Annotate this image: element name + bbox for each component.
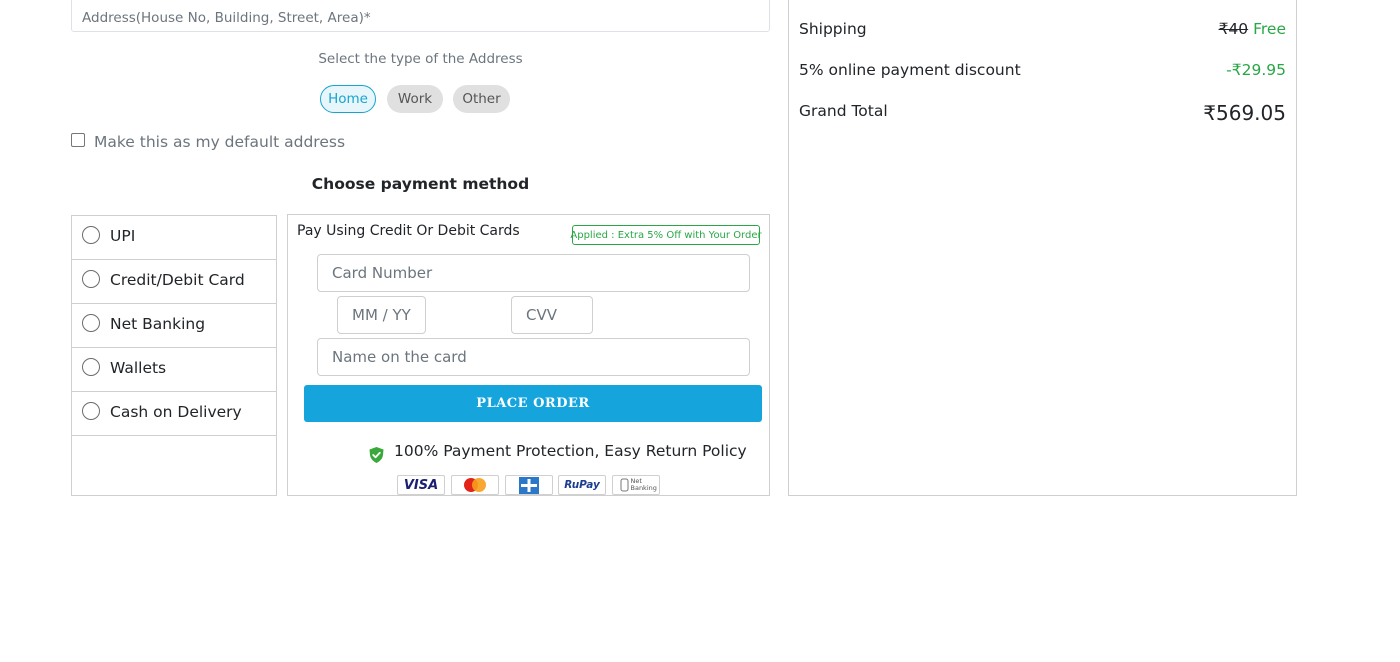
radio-button[interactable] (82, 314, 100, 332)
visa-logo-text: VISA (403, 477, 439, 493)
radio-button[interactable] (82, 402, 100, 420)
shipping-value: ₹40 Free (1219, 20, 1286, 38)
cvv-input[interactable] (512, 297, 592, 333)
mastercard-logo (451, 475, 499, 495)
grand-total-value: ₹569.05 (1203, 101, 1286, 125)
address-type-label: Select the type of the Address (318, 51, 523, 67)
expiry-input[interactable] (338, 297, 425, 333)
shipping-free-text: Free (1253, 20, 1286, 38)
place-order-button[interactable]: PLACE ORDER (304, 385, 762, 422)
payment-method-label: Cash on Delivery (110, 403, 242, 421)
payment-methods-list: UPI Credit/Debit Card Net Banking Wallet… (71, 215, 277, 496)
visa-logo: VISA (397, 475, 445, 495)
payment-method-cod[interactable]: Cash on Delivery (72, 392, 276, 436)
payment-protection-text: 100% Payment Protection, Easy Return Pol… (394, 442, 747, 460)
amex-logo (505, 475, 553, 495)
discount-label: 5% online payment discount (799, 61, 1021, 79)
card-name-field[interactable] (317, 338, 750, 376)
grand-total-label: Grand Total (799, 102, 888, 120)
netbanking-logo: Net Banking (612, 475, 660, 495)
payment-method-upi[interactable]: UPI (72, 216, 276, 260)
radio-button[interactable] (82, 226, 100, 244)
cvv-field[interactable] (511, 296, 593, 334)
shield-check-icon (368, 446, 385, 464)
expiry-field[interactable] (337, 296, 426, 334)
payment-method-netbanking[interactable]: Net Banking (72, 304, 276, 348)
card-panel-title: Pay Using Credit Or Debit Cards (297, 223, 520, 239)
shipping-label: Shipping (799, 20, 867, 38)
payment-method-wallets[interactable]: Wallets (72, 348, 276, 392)
shipping-original-price: ₹40 (1218, 20, 1249, 38)
address-field[interactable] (71, 0, 770, 32)
discount-value: -₹29.95 (1226, 61, 1286, 79)
rupay-logo-text: RuPay (564, 479, 600, 491)
address-input[interactable] (72, 0, 769, 31)
payment-method-title: Choose payment method (311, 175, 530, 193)
default-address-label: Make this as my default address (94, 133, 346, 151)
card-number-input[interactable] (318, 255, 749, 291)
payment-method-card[interactable]: Credit/Debit Card (72, 260, 276, 304)
payment-method-label: Wallets (110, 359, 167, 377)
radio-button[interactable] (82, 358, 100, 376)
applied-offer-badge: Applied : Extra 5% Off with Your Order (570, 225, 762, 245)
rupay-logo: RuPay (558, 475, 606, 495)
netbanking-logo-text: Net Banking (630, 477, 657, 492)
payment-method-label: Credit/Debit Card (110, 271, 245, 289)
payment-method-label: Net Banking (110, 315, 206, 333)
card-name-input[interactable] (318, 339, 749, 375)
address-type-work[interactable]: Work (387, 85, 443, 113)
card-number-field[interactable] (317, 254, 750, 292)
address-type-other[interactable]: Other (453, 85, 510, 113)
payment-method-label: UPI (110, 227, 136, 245)
default-address-checkbox[interactable] (71, 133, 85, 147)
address-type-home[interactable]: Home (320, 85, 376, 113)
radio-button[interactable] (82, 270, 100, 288)
